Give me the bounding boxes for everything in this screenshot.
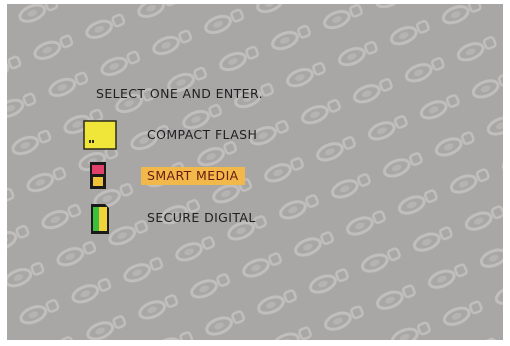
menu-item-compact-flash[interactable]: COMPACT FLASH (83, 120, 343, 150)
menu-item-label: COMPACT FLASH (147, 127, 258, 142)
menu-item-smart-media[interactable]: SMART MEDIA (83, 161, 343, 191)
smart-media-card-icon (90, 162, 106, 189)
secure-digital-card-icon (91, 204, 109, 234)
menu-item-label: SMART MEDIA (141, 167, 245, 185)
compact-flash-card-icon (83, 120, 117, 150)
menu-item-label: SECURE DIGITAL (147, 210, 256, 225)
menu-item-secure-digital[interactable]: SECURE DIGITAL (83, 203, 343, 234)
menu-screen: SELECT ONE AND ENTER. COMPACT FLASH SMAR… (7, 4, 503, 340)
instruction-text: SELECT ONE AND ENTER. (96, 86, 263, 101)
